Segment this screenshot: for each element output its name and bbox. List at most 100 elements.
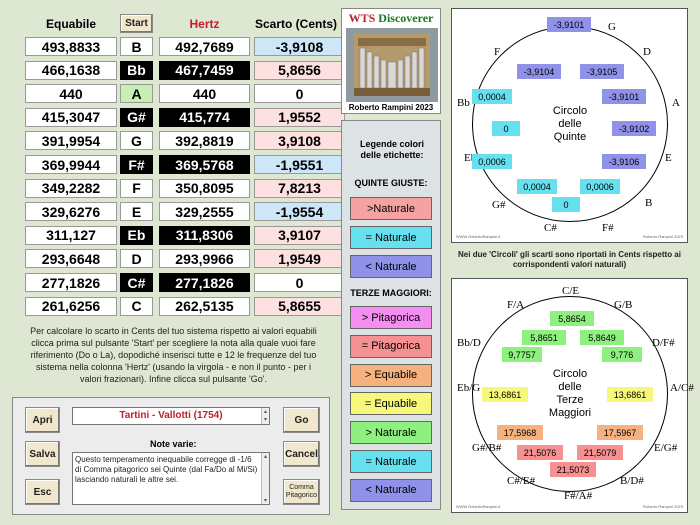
- legend-quinte-caption: QUINTE GIUSTE:: [354, 178, 428, 188]
- thirds-deviation-tag: 5,8649: [580, 330, 624, 345]
- esc-button[interactable]: Esc: [25, 479, 60, 505]
- fifths-deviation-tag: -3,9101: [602, 89, 646, 104]
- legend-title: Legende colori delle etichette:: [359, 139, 424, 160]
- organ-pipes-image: [346, 28, 438, 102]
- notes-text: Questo temperamento inequabile corregge …: [75, 455, 258, 484]
- hertz-input[interactable]: 392,8819: [159, 131, 250, 151]
- thirds-deviation-tag: 17,5967: [597, 425, 643, 440]
- go-button[interactable]: Go: [283, 407, 320, 433]
- hertz-input[interactable]: 369,5768: [159, 155, 250, 174]
- hertz-input[interactable]: 415,774: [159, 107, 250, 127]
- header-equabile: Equabile: [45, 17, 96, 31]
- hertz-input[interactable]: 311,8306: [159, 225, 250, 245]
- equabile-value: 349,2282: [25, 178, 117, 198]
- fifths-note-label: G: [608, 21, 616, 33]
- note-name: E: [120, 202, 153, 222]
- legend-terze-caption: TERZE MAGGIORI:: [350, 288, 432, 298]
- fifths-deviation-tag: -3,9105: [580, 64, 624, 79]
- legend-terze-item: = Naturale: [350, 450, 432, 473]
- system-name-field[interactable]: Tartini - Vallotti (1754) ▴ ▾: [72, 407, 270, 425]
- salva-button[interactable]: Salva: [25, 441, 60, 467]
- thirds-deviation-tag: 21,5079: [577, 445, 623, 460]
- note-name: D: [120, 249, 153, 269]
- start-button[interactable]: Start: [120, 14, 153, 33]
- hertz-input[interactable]: 262,5135: [159, 296, 250, 316]
- equabile-value: 466,1638: [25, 60, 117, 80]
- scarto-value: 0: [254, 273, 345, 292]
- hertz-input[interactable]: 277,1826: [159, 273, 250, 292]
- logo-author: Roberto Rampini 2023: [348, 103, 434, 112]
- legend-terze-item: = Pitagorica: [350, 334, 432, 358]
- hertz-input[interactable]: 350,8095: [159, 178, 250, 198]
- thirds-title-line: Maggiori: [548, 407, 592, 419]
- equabile-value: 493,8833: [25, 37, 117, 56]
- thirds-deviation-tag: 21,5073: [550, 462, 596, 477]
- scarto-value: 7,8213: [254, 178, 345, 198]
- header-hertz: Hertz: [189, 17, 220, 31]
- logo-title: WTS Discoverer: [342, 11, 440, 26]
- thirds-note-label: G#/B#: [472, 442, 502, 454]
- fifths-note-label: Bb: [457, 97, 470, 109]
- scarto-value: -3,9108: [254, 37, 345, 56]
- fifths-deviation-tag: -3,9104: [517, 64, 561, 79]
- notes-scrollbar[interactable]: ▴ ▾: [261, 453, 269, 504]
- legend-terze-item: = Equabile: [350, 392, 432, 416]
- thirds-title-line: Circolo: [552, 368, 588, 380]
- circle-of-thirds-panel: Circolo delle Terze Maggiori WWW.Roberto…: [451, 278, 694, 513]
- scarto-value: -1,9551: [254, 155, 345, 174]
- thirds-title: Circolo delle Terze Maggiori: [540, 368, 600, 420]
- thirds-deviation-tag: 17,5968: [497, 425, 543, 440]
- fifths-credit-right: Roberto Rampini 2023: [642, 234, 683, 239]
- hertz-input[interactable]: 492,7689: [159, 37, 250, 56]
- fifths-credit-left: WWW.RobertoRampini.it: [456, 234, 501, 239]
- comma-pitagorico-button[interactable]: Comma Pitagorico: [283, 479, 320, 505]
- fifths-deviation-tag: -3,9102: [612, 121, 656, 136]
- equabile-value: 391,9954: [25, 131, 117, 151]
- equabile-value: 440: [25, 84, 117, 104]
- scarto-value: 1,9552: [254, 107, 345, 127]
- fifths-note-label: E: [665, 152, 672, 164]
- legend-quinte-item: < Naturale: [350, 255, 432, 278]
- system-name-text: Tartini - Vallotti (1754): [119, 410, 223, 421]
- note-name: Bb: [120, 60, 153, 80]
- fifths-deviation-tag: 0,0006: [472, 154, 512, 169]
- notes-field[interactable]: Questo temperamento inequabile corregge …: [72, 452, 270, 505]
- scarto-value: 0: [254, 84, 345, 104]
- fifths-deviation-tag: 0,0004: [517, 179, 557, 194]
- thirds-note-label: A/C#: [670, 382, 694, 394]
- system-name-scrollbar[interactable]: ▴ ▾: [261, 408, 269, 424]
- thirds-title-line: delle: [558, 381, 582, 393]
- thirds-note-label: D/F#: [652, 337, 675, 349]
- hertz-input[interactable]: 467,7459: [159, 60, 250, 80]
- thirds-note-label: G/B: [614, 299, 633, 311]
- note-name: G: [120, 131, 153, 151]
- hertz-input[interactable]: 293,9966: [159, 249, 250, 269]
- hertz-input[interactable]: 329,2555: [159, 202, 250, 222]
- apri-button[interactable]: Apri: [25, 407, 60, 433]
- fifths-deviation-tag: -3,9101: [547, 17, 591, 32]
- thirds-note-label: Bb/D: [457, 337, 481, 349]
- equabile-value: 369,9944: [25, 155, 117, 174]
- legend-terze-item: > Equabile: [350, 363, 432, 387]
- fifths-deviation-tag: 0: [552, 197, 580, 212]
- fifths-deviation-tag: -3,9106: [602, 154, 646, 169]
- thirds-title-line: Terze: [556, 394, 584, 406]
- thirds-note-label: C#/E#: [507, 475, 536, 487]
- thirds-note-label: C/E: [562, 285, 580, 297]
- legend-terze-item: > Pitagorica: [350, 306, 432, 329]
- legend-terze-item: < Naturale: [350, 478, 432, 502]
- fifths-deviation-tag: 0,0006: [580, 179, 620, 194]
- note-name: F#: [120, 155, 153, 174]
- thirds-note-label: Eb/G: [457, 382, 481, 394]
- thirds-deviation-tag: 9,7757: [502, 347, 542, 362]
- thirds-note-label: F#/A#: [564, 490, 593, 502]
- fifths-title: Circolo delle Quinte: [540, 105, 600, 144]
- note-name: C: [120, 296, 153, 316]
- hertz-input[interactable]: 440: [159, 84, 250, 104]
- fifths-note-label: C#: [544, 222, 557, 234]
- circle-of-fifths-panel: Circolo delle Quinte WWW.RobertoRampini.…: [451, 8, 688, 243]
- fifths-note-label: A: [672, 97, 680, 109]
- cancel-button[interactable]: Cancel: [283, 441, 320, 467]
- legend-terze-item: > Naturale: [350, 421, 432, 445]
- thirds-deviation-tag: 13,6861: [607, 387, 653, 402]
